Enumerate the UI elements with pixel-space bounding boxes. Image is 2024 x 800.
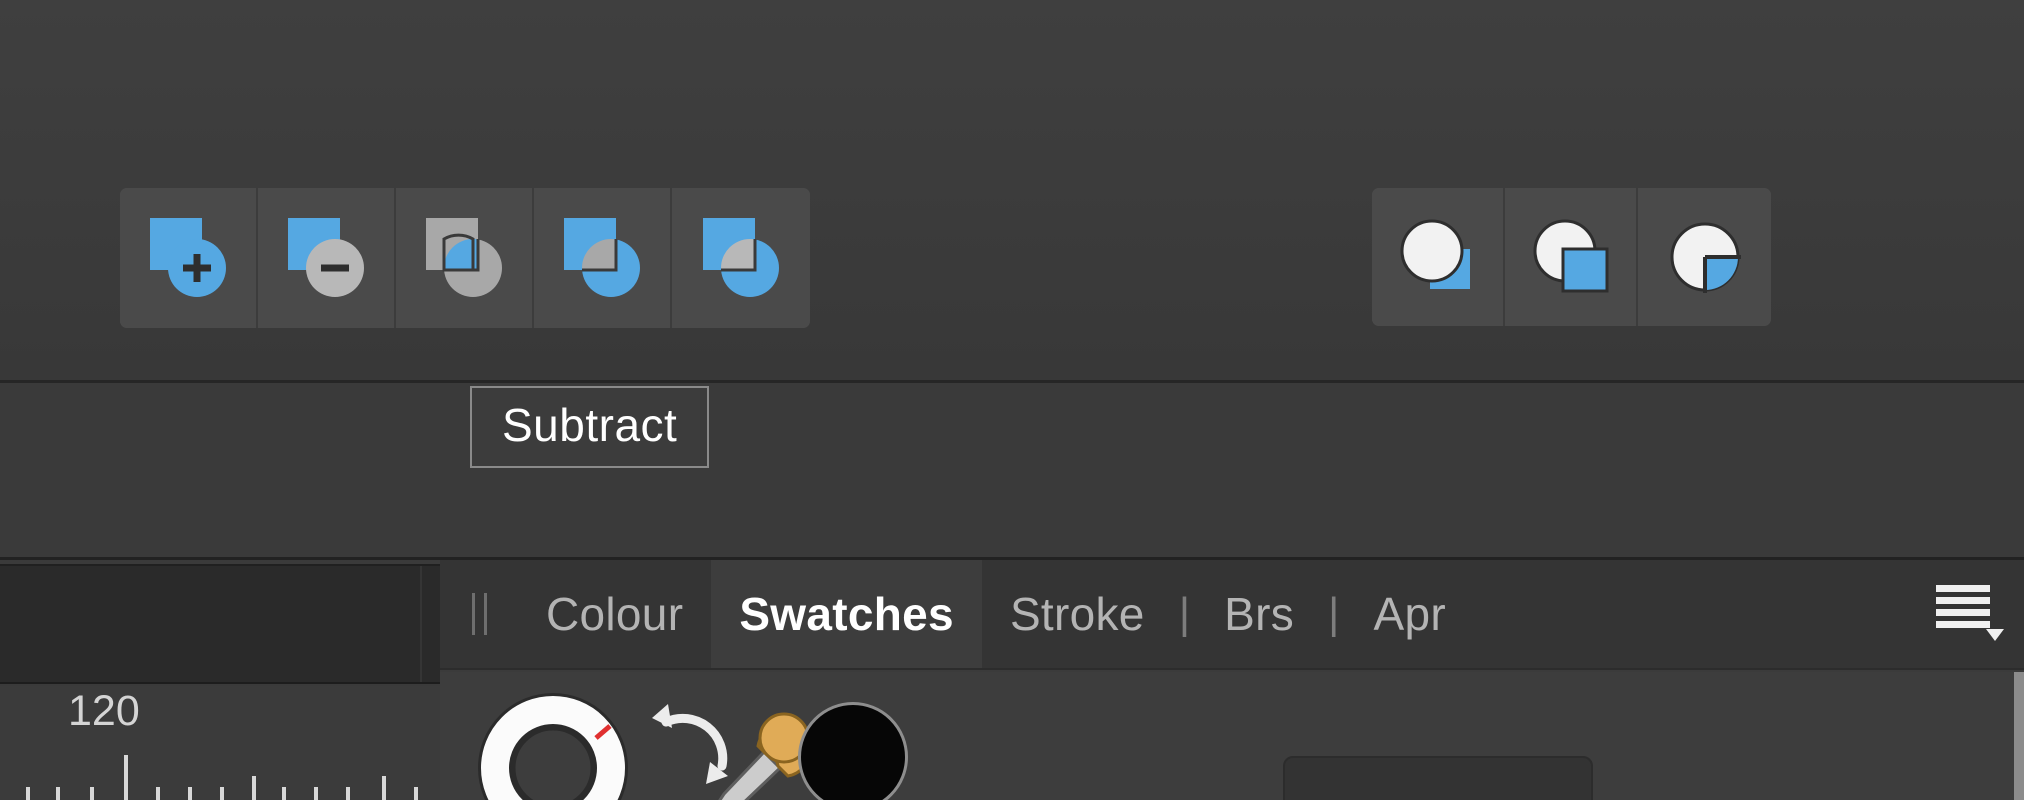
boolean-subtract-button[interactable]	[258, 188, 396, 328]
boolean-intersect-icon	[416, 210, 512, 306]
swatches-panel: Colour Swatches Stroke | Brs | Apr	[440, 560, 2024, 800]
tab-separator: |	[1178, 589, 1191, 638]
panel-drag-handle[interactable]	[440, 560, 518, 668]
canvas-and-ruler-column: 120	[0, 560, 440, 800]
panel-menu-button[interactable]	[1924, 560, 2024, 668]
canvas-area[interactable]	[0, 564, 440, 684]
black-colour-swatch[interactable]	[798, 702, 908, 800]
ruler-tick	[282, 787, 286, 800]
toolbar-underlay	[0, 383, 2024, 560]
boolean-combine-button[interactable]	[672, 188, 810, 328]
ruler-tick	[90, 787, 94, 800]
canvas-seam	[420, 566, 422, 682]
ruler-tick	[252, 776, 256, 800]
move-to-back-button[interactable]	[1505, 188, 1638, 326]
tab-appearance[interactable]: Apr	[1345, 560, 1473, 668]
ruler-tick	[314, 787, 318, 800]
geometry-operations-group	[120, 188, 810, 328]
ruler-tick	[188, 787, 192, 800]
horizontal-ruler[interactable]: 120	[0, 686, 440, 800]
tab-swatches[interactable]: Swatches	[711, 560, 982, 668]
boolean-combine-icon	[693, 210, 789, 306]
ruler-tick	[156, 787, 160, 800]
swatches-panel-body	[440, 672, 2024, 800]
mask-icon	[1657, 209, 1753, 305]
tabbar-spacer	[1474, 560, 1924, 668]
boolean-divide-icon	[554, 210, 650, 306]
tab-colour[interactable]: Colour	[518, 560, 711, 668]
panel-tab-bar: Colour Swatches Stroke | Brs | Apr	[440, 560, 2024, 670]
subtract-tooltip: Subtract	[470, 386, 710, 468]
arrange-operations-group	[1372, 188, 1771, 326]
boolean-subtract-icon	[278, 210, 374, 306]
ruler-tick	[220, 787, 224, 800]
move-to-front-icon	[1390, 209, 1486, 305]
tab-separator: |	[1328, 589, 1340, 638]
grip-line	[471, 593, 475, 635]
boolean-intersect-button[interactable]	[396, 188, 534, 328]
application-window: Subtract 120 Colour Swatches Stroke | Br…	[0, 0, 2024, 800]
ruler-tick	[124, 755, 128, 800]
ruler-tick	[346, 787, 350, 800]
context-toolbar	[0, 0, 2024, 383]
ruler-tick	[414, 787, 418, 800]
tab-stroke[interactable]: Stroke	[982, 560, 1173, 668]
boolean-divide-button[interactable]	[534, 188, 672, 328]
mask-button[interactable]	[1638, 188, 1771, 326]
tab-brushes[interactable]: Brs	[1196, 560, 1322, 668]
colour-wheel-control[interactable]	[478, 690, 628, 800]
grip-line	[483, 593, 487, 635]
move-to-back-icon	[1523, 209, 1619, 305]
lower-region: 120 Colour Swatches Stroke | Brs | Apr	[0, 560, 2024, 800]
ruler-tick-label: 120	[68, 687, 140, 735]
hamburger-menu-icon	[1934, 581, 2006, 648]
ruler-tick	[26, 787, 30, 800]
ruler-tick	[56, 787, 60, 800]
ruler-tick-marks	[0, 752, 440, 800]
move-to-front-button[interactable]	[1372, 188, 1505, 326]
boolean-add-button[interactable]	[120, 188, 258, 328]
panel-scrollbar[interactable]	[2014, 672, 2024, 800]
palette-dropdown[interactable]	[1283, 756, 1593, 800]
ruler-tick	[382, 776, 386, 800]
boolean-add-icon	[140, 210, 236, 306]
